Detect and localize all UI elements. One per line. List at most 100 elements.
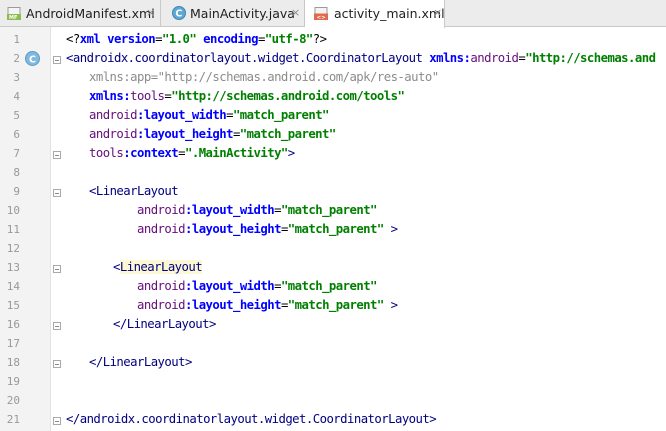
attr-name: android xyxy=(470,51,519,65)
colon: : xyxy=(136,127,144,141)
gutter-badge-text: C xyxy=(29,54,36,65)
java-class-badge-text: C xyxy=(175,9,182,20)
code-line-1[interactable]: <?xml version="1.0" encoding="utf-8"?> xyxy=(66,32,327,46)
equals: = xyxy=(226,108,233,122)
fold-marker-icon[interactable] xyxy=(53,417,61,425)
line-number: 7 xyxy=(13,147,20,160)
equals: = xyxy=(280,222,288,236)
class-gutter-icon[interactable]: C xyxy=(25,51,40,66)
attr-name: layout_height xyxy=(191,222,282,236)
close-tab-icon[interactable]: × xyxy=(291,6,300,19)
fold-marker-icon[interactable] xyxy=(53,360,61,368)
line-number: 6 xyxy=(13,128,20,141)
attr-namespace: tools xyxy=(89,146,124,160)
manifest-file-icon: MF xyxy=(7,7,21,20)
attr-namespace: android xyxy=(137,279,186,293)
colon: : xyxy=(184,279,192,293)
code-line-11[interactable]: android:layout_height="match_parent" > xyxy=(137,222,398,236)
attr-namespace: android xyxy=(137,298,186,312)
code-line-13[interactable]: <LinearLayout xyxy=(113,260,203,274)
close-tab-icon[interactable]: × xyxy=(433,6,442,19)
code-line-4[interactable]: xmlns:tools="http://schemas.android.com/… xyxy=(89,89,405,103)
code-line-3[interactable]: xmlns:app="http://schemas.android.com/ap… xyxy=(89,70,439,84)
fold-marker-icon[interactable] xyxy=(53,151,61,159)
line-number: 1 xyxy=(13,33,20,46)
attr-value: "match_parent" xyxy=(280,203,378,217)
fold-column xyxy=(51,27,63,431)
tag-name: LinearLayout xyxy=(95,184,179,198)
equals: = xyxy=(274,203,281,217)
fold-marker-icon[interactable] xyxy=(53,56,61,64)
fold-marker-icon[interactable] xyxy=(53,265,61,273)
line-number: 15 xyxy=(6,299,20,312)
tag-bracket: </ xyxy=(89,355,103,369)
tag-bracket: > xyxy=(383,298,398,312)
attr-value: "match_parent" xyxy=(287,222,385,236)
tab-label: MainActivity.java xyxy=(190,6,295,21)
attr-value: "match_parent" xyxy=(280,279,378,293)
equals: = xyxy=(280,298,288,312)
attr-value: "match_parent" xyxy=(239,127,337,141)
code-line-21[interactable]: </androidx.coordinatorlayout.widget.Coor… xyxy=(66,412,437,426)
line-number: 2 xyxy=(13,52,20,65)
equals: = xyxy=(257,32,265,46)
code-line-15[interactable]: android:layout_height="match_parent" > xyxy=(137,298,398,312)
tag-bracket: > xyxy=(383,222,398,236)
tag-name: androidx.coordinatorlayout.widget.Coordi… xyxy=(72,51,423,65)
line-number: 5 xyxy=(13,109,20,122)
attr-name: layout_height xyxy=(191,298,282,312)
tag-bracket: > xyxy=(208,317,216,331)
tab-main-activity[interactable]: C MainActivity.java × xyxy=(161,0,305,27)
line-number: 4 xyxy=(13,90,20,103)
tag-name: androidx.coordinatorlayout.widget.Coordi… xyxy=(79,412,430,426)
tag-bracket: > xyxy=(429,412,437,426)
tag-name: LinearLayout xyxy=(102,355,186,369)
line-number: 21 xyxy=(6,413,20,426)
attr-value: "http://schemas.android.com/apk/res-auto… xyxy=(157,70,440,84)
line-number: 8 xyxy=(13,166,20,179)
editor-tab-bar: MF AndroidManifest.xml × C MainActivity.… xyxy=(0,0,666,28)
code-line-7[interactable]: tools:context=".MainActivity"> xyxy=(89,146,295,160)
tag-bracket: </ xyxy=(113,317,127,331)
attr-value: "http://schemas.android.com/tools" xyxy=(171,89,405,103)
fold-marker-icon[interactable] xyxy=(53,189,61,197)
line-number: 3 xyxy=(13,71,20,84)
fold-marker-icon[interactable] xyxy=(53,322,61,330)
attr-name: layout_width xyxy=(143,108,227,122)
line-number: 14 xyxy=(6,280,20,293)
attr-name: app xyxy=(130,70,151,84)
equals: = xyxy=(232,127,240,141)
tag-bracket: > xyxy=(287,146,295,160)
colon: : xyxy=(136,108,144,122)
tab-label: activity_main.xml xyxy=(334,6,445,21)
tag-bracket: < xyxy=(89,184,96,198)
code-line-2[interactable]: <androidx.coordinatorlayout.widget.Coord… xyxy=(66,51,656,65)
code-line-10[interactable]: android:layout_width="match_parent" xyxy=(137,203,377,217)
tab-label: AndroidManifest.xml xyxy=(26,6,155,21)
attr-namespace: android xyxy=(89,108,138,122)
attr-namespace: xmlns xyxy=(89,70,124,84)
code-line-5[interactable]: android:layout_width="match_parent" xyxy=(89,108,329,122)
attr-namespace: android xyxy=(137,203,186,217)
close-tab-icon[interactable]: × xyxy=(146,6,155,19)
line-number: 18 xyxy=(6,356,20,369)
attr-name: layout_width xyxy=(191,203,275,217)
attr-value: "utf-8" xyxy=(264,32,314,46)
equals: = xyxy=(274,279,281,293)
code-line-6[interactable]: android:layout_height="match_parent" xyxy=(89,127,336,141)
attr-namespace: xmlns xyxy=(429,51,464,65)
code-line-9[interactable]: <LinearLayout xyxy=(89,184,179,198)
code-editor[interactable]: 1 2 3 4 5 6 7 8 9 10 11 12 13 14 15 16 1… xyxy=(0,27,666,431)
tab-android-manifest[interactable]: MF AndroidManifest.xml × xyxy=(0,0,161,27)
tag-bracket: </ xyxy=(66,412,80,426)
code-line-14[interactable]: android:layout_width="match_parent" xyxy=(137,279,377,293)
code-line-18[interactable]: </LinearLayout> xyxy=(89,355,192,369)
line-number: 17 xyxy=(6,337,20,350)
line-number: 9 xyxy=(13,185,20,198)
tag-bracket: < xyxy=(113,260,120,274)
tab-activity-main[interactable]: <> activity_main.xml × xyxy=(305,0,445,28)
attr-name: context xyxy=(130,146,179,160)
code-line-16[interactable]: </LinearLayout> xyxy=(113,317,216,331)
tag-name-highlighted: LinearLayout xyxy=(119,260,203,274)
attr-name: encoding xyxy=(203,32,258,46)
